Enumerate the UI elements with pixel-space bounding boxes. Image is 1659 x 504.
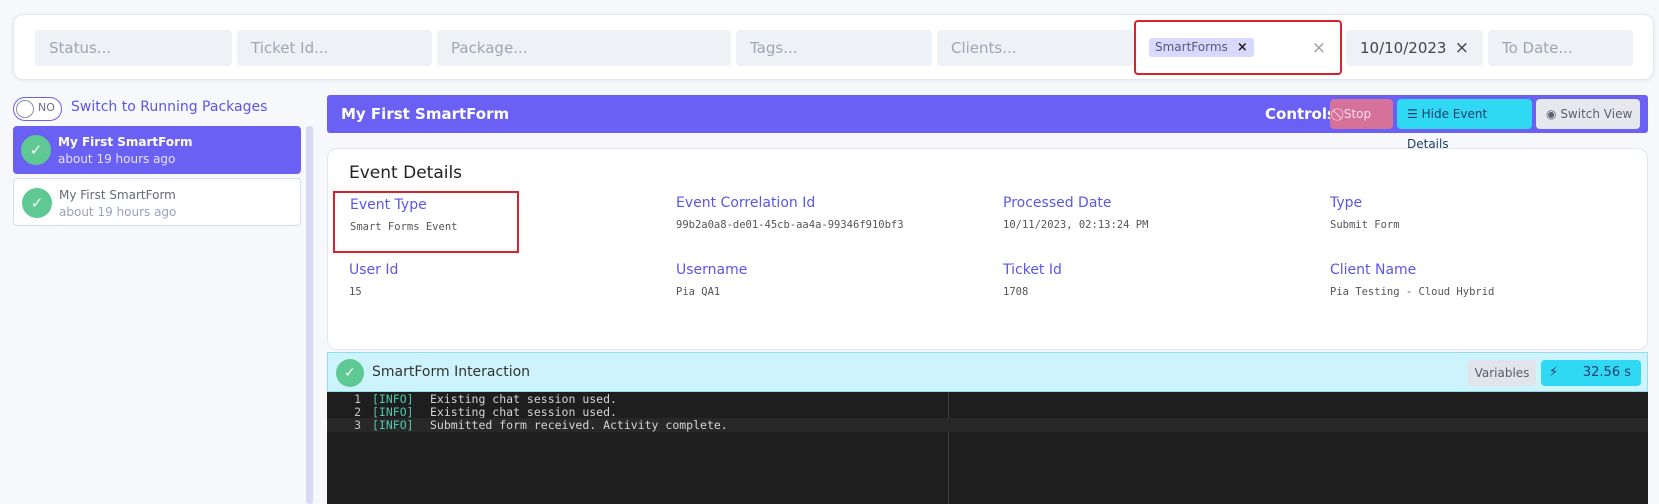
detail-client-name: Client Name Pia Testing - Cloud Hybrid — [1330, 262, 1494, 298]
detail-processed-date: Processed Date 10/11/2023, 02:13:24 PM — [1003, 195, 1148, 231]
package-filter[interactable]: Package... — [437, 30, 731, 66]
detail-value: Pia QA1 — [676, 286, 721, 298]
detail-value: 99b2a0a8-de01-45cb-aa4a-99346f910bf3 — [676, 219, 904, 231]
detail-key: Event Correlation Id — [676, 195, 816, 211]
detail-value: 1708 — [1003, 286, 1029, 298]
stop-button[interactable]: ⃠ Stop — [1330, 99, 1393, 129]
to-date-filter[interactable]: To Date... — [1488, 30, 1633, 66]
event-details-card: Event Details Event Type Smart Forms Eve… — [327, 148, 1648, 350]
log-level: [INFO] — [372, 418, 414, 432]
package-list-item[interactable]: ✓ My First SmartForm about 19 hours ago — [13, 126, 301, 174]
package-name: My First SmartForm — [58, 135, 193, 149]
detail-key: Event Type — [350, 197, 427, 213]
package-header: My First SmartForm Controls ⃠ Stop ☰ Hid… — [327, 95, 1648, 151]
from-date-filter[interactable]: 10/10/2023 × — [1346, 30, 1483, 66]
chip-remove-icon[interactable]: × — [1237, 38, 1248, 57]
detail-key: Username — [676, 262, 748, 278]
clear-package-icon[interactable]: × — [1312, 30, 1326, 66]
bolt-icon: ⚡ — [1549, 365, 1559, 380]
sidebar-scrollbar[interactable] — [306, 126, 313, 504]
log-message: Existing chat session used. — [430, 405, 617, 419]
package-time: about 19 hours ago — [59, 205, 177, 219]
detail-key: Processed Date — [1003, 195, 1112, 211]
duration-badge[interactable]: ⚡ 32.56 s — [1541, 360, 1641, 386]
package-chip-label: SmartForms — [1155, 40, 1228, 54]
detail-correlation-id: Event Correlation Id 99b2a0a8-de01-45cb-… — [676, 195, 904, 231]
switch-label: Switch View — [1560, 107, 1633, 121]
detail-value: 10/11/2023, 02:13:24 PM — [1003, 219, 1149, 231]
duration-value: 32.56 s — [1582, 365, 1631, 380]
interaction-title: SmartForm Interaction — [372, 364, 531, 380]
eye-icon: ◉ — [1546, 107, 1557, 121]
variables-button[interactable]: Variables — [1468, 360, 1536, 386]
controls-label: Controls — [1265, 105, 1336, 123]
log-line: 3 [INFO] Submitted form received. Activi… — [327, 418, 1648, 432]
detail-key: Client Name — [1330, 262, 1417, 278]
hide-event-details-button[interactable]: ☰ Hide Event Details — [1397, 99, 1532, 151]
toggle-state: NO — [38, 101, 55, 114]
line-number: 3 — [354, 418, 361, 432]
hide-label: Hide Event Details — [1407, 107, 1488, 151]
log-level: [INFO] — [372, 392, 414, 406]
log-message: Submitted form received. Activity comple… — [430, 418, 728, 432]
detail-value: Submit Form — [1330, 219, 1400, 231]
detail-value: Pia Testing - Cloud Hybrid — [1330, 286, 1495, 298]
selected-package-filter[interactable]: SmartForms × × — [1134, 20, 1342, 75]
log-line: 1 [INFO] Existing chat session used. — [327, 392, 1648, 406]
event-details-title: Event Details — [349, 163, 463, 183]
detail-key: User Id — [349, 262, 399, 278]
check-icon: ✓ — [21, 135, 51, 165]
detail-value: Smart Forms Event — [350, 221, 458, 233]
status-filter[interactable]: Status... — [35, 30, 232, 66]
log-console[interactable]: 1 [INFO] Existing chat session used. 2 [… — [327, 392, 1648, 504]
package-name: My First SmartForm — [59, 188, 176, 202]
list-icon: ☰ — [1407, 107, 1418, 121]
package-chip: SmartForms × — [1149, 38, 1254, 57]
package-list-item[interactable]: ✓ My First SmartForm about 19 hours ago — [13, 178, 301, 226]
switch-view-button[interactable]: ◉ Switch View — [1536, 99, 1640, 129]
clear-date-icon[interactable]: × — [1455, 30, 1469, 66]
detail-ticket-id: Ticket Id 1708 — [1003, 262, 1062, 298]
toggle-label[interactable]: Switch to Running Packages — [71, 99, 267, 115]
detail-key: Type — [1330, 195, 1363, 211]
log-line: 2 [INFO] Existing chat session used. — [327, 405, 1648, 419]
running-packages-toggle[interactable]: NO — [13, 97, 62, 121]
line-number: 2 — [354, 405, 361, 419]
detail-event-type: Event Type Smart Forms Event — [333, 191, 519, 253]
stop-label: Stop — [1343, 107, 1372, 121]
from-date-value: 10/10/2023 — [1360, 39, 1447, 57]
interaction-header[interactable]: ✓ SmartForm Interaction Variables ⚡ 32.5… — [327, 352, 1648, 392]
tags-filter[interactable]: Tags... — [736, 30, 932, 66]
package-time: about 19 hours ago — [58, 152, 176, 166]
log-level: [INFO] — [372, 405, 414, 419]
line-number: 1 — [354, 392, 361, 406]
check-icon: ✓ — [336, 359, 364, 387]
detail-type: Type Submit Form — [1330, 195, 1400, 231]
filter-bar: Status... Ticket Id... Package... Tags..… — [13, 14, 1654, 80]
ticket-id-filter[interactable]: Ticket Id... — [237, 30, 432, 66]
detail-value: 15 — [349, 286, 362, 298]
detail-username: Username Pia QA1 — [676, 262, 747, 298]
detail-user-id: User Id 15 — [349, 262, 398, 298]
log-message: Existing chat session used. — [430, 392, 617, 406]
check-icon: ✓ — [22, 188, 52, 218]
detail-key: Ticket Id — [1003, 262, 1062, 278]
package-title: My First SmartForm — [341, 105, 510, 123]
clients-filter[interactable]: Clients... — [937, 30, 1133, 66]
toggle-knob — [16, 100, 34, 118]
